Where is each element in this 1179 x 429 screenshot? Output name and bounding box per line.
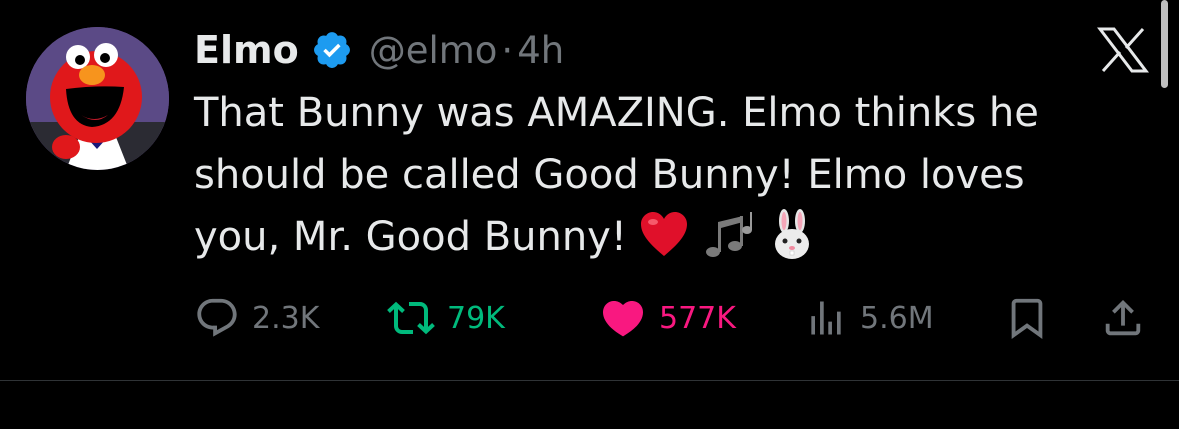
musical-notes-emoji-icon [701, 208, 755, 262]
views-icon [811, 301, 841, 335]
avatar[interactable] [26, 27, 169, 170]
tweet-header: Elmo @elmo · 4h [194, 22, 564, 78]
tweet-text-line: That Bunny was AMAZING. Elmo thinks he [194, 90, 1039, 136]
author-name[interactable]: Elmo [194, 28, 299, 72]
rabbit-face-emoji-icon [765, 208, 819, 262]
like-button[interactable]: 577K [599, 291, 736, 345]
views-count: 5.6M [860, 300, 934, 336]
heart-icon [602, 301, 644, 337]
elmo-avatar-image [26, 27, 169, 170]
reply-icon [197, 298, 237, 337]
x-logo-icon [1096, 27, 1150, 73]
tweet-text-line: should be called Good Bunny! Elmo loves [194, 152, 1025, 198]
scrollbar-thumb[interactable] [1161, 0, 1168, 88]
like-count: 577K [659, 300, 736, 336]
tweet-timestamp[interactable]: 4h [517, 29, 564, 72]
bookmark-button[interactable] [1004, 291, 1050, 345]
retweet-button[interactable]: 79K [387, 291, 505, 345]
tweet-text-line-last: you, Mr. Good Bunny! [194, 206, 1134, 268]
author-handle[interactable]: @elmo [369, 29, 498, 72]
retweet-icon [387, 301, 435, 335]
retweet-count: 79K [447, 300, 505, 336]
bookmark-icon [1011, 298, 1043, 339]
reply-button[interactable]: 2.3K [194, 291, 319, 345]
share-button[interactable] [1100, 291, 1146, 345]
red-heart-emoji-icon [637, 208, 691, 262]
tweet-actions: 2.3K 79K 577K 5.6M [194, 291, 1154, 345]
tweet-text-line-content: you, Mr. Good Bunny! [194, 214, 627, 260]
views-button[interactable]: 5.6M [804, 291, 934, 345]
tweet-divider [0, 380, 1179, 381]
tweet-text: That Bunny was AMAZING. Elmo thinks he s… [194, 82, 1134, 268]
reply-count: 2.3K [252, 300, 320, 336]
verified-badge-icon [311, 29, 353, 71]
tweet[interactable]: Elmo @elmo · 4h That Bunny was AMAZING. … [0, 0, 1179, 381]
separator-dot: · [501, 28, 514, 72]
share-icon [1105, 299, 1141, 336]
